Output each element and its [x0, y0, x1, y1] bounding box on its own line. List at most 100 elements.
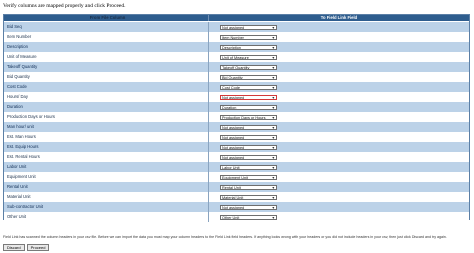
target-field-cell: Item Number ▼ [209, 32, 469, 42]
target-field-select[interactable]: Description ▼ [220, 44, 277, 50]
select-value: Description [222, 45, 241, 50]
source-column-label: Labor Unit [4, 162, 209, 172]
table-row: Takeoff Quantity Takeoff Quantity ▼ [4, 62, 469, 72]
select-value: Rental Unit [222, 185, 241, 190]
target-field-cell: Not assigned ▼ [209, 202, 469, 212]
chevron-down-icon: ▼ [271, 125, 275, 130]
source-column-label: Cost Code [4, 82, 209, 92]
chevron-down-icon: ▼ [271, 25, 275, 30]
target-field-cell: Not assigned ▼ [209, 22, 469, 32]
select-value: Not assigned [222, 145, 245, 150]
target-field-select[interactable]: Takeoff Quantity ▼ [220, 64, 277, 70]
target-field-cell: Takeoff Quantity ▼ [209, 62, 469, 72]
target-field-select[interactable]: Not assigned ▼ [220, 204, 277, 210]
select-value: Not assigned [222, 95, 245, 100]
select-value: Equipment Unit [222, 175, 248, 180]
table-row: Est. Man Hours Not assigned ▼ [4, 132, 469, 142]
source-column-label: Bid Quantity [4, 72, 209, 82]
select-value: Bid Quantity [222, 75, 243, 80]
target-field-cell: Not assigned ▼ [209, 152, 469, 162]
target-field-select[interactable]: Rental Unit ▼ [220, 184, 277, 190]
source-column-label: Bid Seq [4, 22, 209, 32]
table-row: Description Description ▼ [4, 42, 469, 52]
target-field-select[interactable]: Equipment Unit ▼ [220, 174, 277, 180]
source-column-label: Est. Man Hours [4, 132, 209, 142]
target-field-select[interactable]: Labor Unit ▼ [220, 164, 277, 170]
chevron-down-icon: ▼ [271, 115, 275, 120]
source-column-label: Equipment Unit [4, 172, 209, 182]
chevron-down-icon: ▼ [271, 65, 275, 70]
target-field-select[interactable]: Not assigned ▼ [220, 124, 277, 130]
chevron-down-icon: ▼ [271, 95, 275, 100]
chevron-down-icon: ▼ [271, 35, 275, 40]
chevron-down-icon: ▼ [271, 55, 275, 60]
source-column-label: Description [4, 42, 209, 52]
select-value: Material Unit [222, 195, 244, 200]
table-row: Cost Code Cost Code ▼ [4, 82, 469, 92]
source-column-label: Est. Rental Hours [4, 152, 209, 162]
target-field-select[interactable]: Cost Code ▼ [220, 84, 277, 90]
table-row: Est. Equip Hours Not assigned ▼ [4, 142, 469, 152]
header-to-field-link-field: To Field Link Field [320, 15, 358, 20]
proceed-button[interactable]: Proceed [26, 244, 50, 251]
source-column-label: Duration [4, 102, 209, 112]
target-field-select[interactable]: Duration ▼ [220, 104, 277, 110]
table-row: Labor Unit Labor Unit ▼ [4, 162, 469, 172]
chevron-down-icon: ▼ [271, 45, 275, 50]
chevron-down-icon: ▼ [271, 205, 275, 210]
target-field-cell: Material Unit ▼ [209, 192, 469, 202]
table-row: Est. Rental Hours Not assigned ▼ [4, 152, 469, 162]
table-row: Production Days or Hours Production Days … [4, 112, 469, 122]
table-row: Duration Duration ▼ [4, 102, 469, 112]
target-field-select[interactable]: Bid Quantity ▼ [220, 74, 277, 80]
source-column-label: Man hour/ unit [4, 122, 209, 132]
chevron-down-icon: ▼ [271, 105, 275, 110]
target-field-cell: Cost Code ▼ [209, 82, 469, 92]
target-field-select[interactable]: Not assigned ▼ [220, 154, 277, 160]
target-field-select[interactable]: Unit of Measure ▼ [220, 54, 277, 60]
select-value: Unit of Measure [222, 55, 249, 60]
table-row: Material Unit Material Unit ▼ [4, 192, 469, 202]
target-field-select[interactable]: Not assigned ▼ [220, 94, 277, 100]
target-field-cell: Rental Unit ▼ [209, 182, 469, 192]
select-value: Not assigned [222, 25, 245, 30]
target-field-select[interactable]: Not assigned ▼ [220, 134, 277, 140]
table-row: Other Unit Other Unit ▼ [4, 212, 469, 222]
table-row: Bid Seq Not assigned ▼ [4, 22, 469, 32]
chevron-down-icon: ▼ [271, 145, 275, 150]
target-field-cell: Not assigned ▼ [209, 132, 469, 142]
header-from-file-column: From File Column [4, 15, 209, 21]
select-value: Labor Unit [222, 165, 240, 170]
target-field-cell: Not assigned ▼ [209, 122, 469, 132]
target-field-select[interactable]: Other Unit ▼ [220, 214, 277, 220]
discard-button[interactable]: Discard [3, 244, 25, 251]
target-field-select[interactable]: Material Unit ▼ [220, 194, 277, 200]
target-field-cell: Production Days or Hours ▼ [209, 112, 469, 122]
target-field-cell: Not assigned ▼ [209, 142, 469, 152]
target-field-cell: Bid Quantity ▼ [209, 72, 469, 82]
target-field-select[interactable]: Not assigned ▼ [220, 144, 277, 150]
target-field-cell: Description ▼ [209, 42, 469, 52]
table-row: Hours/ Day Not assigned ▼ [4, 92, 469, 102]
source-column-label: Hours/ Day [4, 92, 209, 102]
target-field-cell: Labor Unit ▼ [209, 162, 469, 172]
target-field-select[interactable]: Not assigned ▼ [220, 24, 277, 30]
chevron-down-icon: ▼ [271, 195, 275, 200]
chevron-down-icon: ▼ [271, 85, 275, 90]
target-field-select[interactable]: Item Number ▼ [220, 34, 277, 40]
table-row: Sub-contractor Unit Not assigned ▼ [4, 202, 469, 212]
target-field-cell: Equipment Unit ▼ [209, 172, 469, 182]
column-mapping-table: From File Column To Field Link Field Bid… [3, 14, 470, 222]
select-value: Duration [222, 105, 237, 110]
table-row: Unit of Measure Unit of Measure ▼ [4, 52, 469, 62]
source-column-label: Sub-contractor Unit [4, 202, 209, 212]
chevron-down-icon: ▼ [271, 215, 275, 220]
source-column-label: Item Number [4, 32, 209, 42]
chevron-down-icon: ▼ [271, 175, 275, 180]
target-field-select[interactable]: Production Days or Hours ▼ [220, 114, 277, 120]
source-column-label: Material Unit [4, 192, 209, 202]
table-row: Bid Quantity Bid Quantity ▼ [4, 72, 469, 82]
select-value: Not assigned [222, 205, 245, 210]
target-field-cell: Duration ▼ [209, 102, 469, 112]
select-value: Not assigned [222, 135, 245, 140]
